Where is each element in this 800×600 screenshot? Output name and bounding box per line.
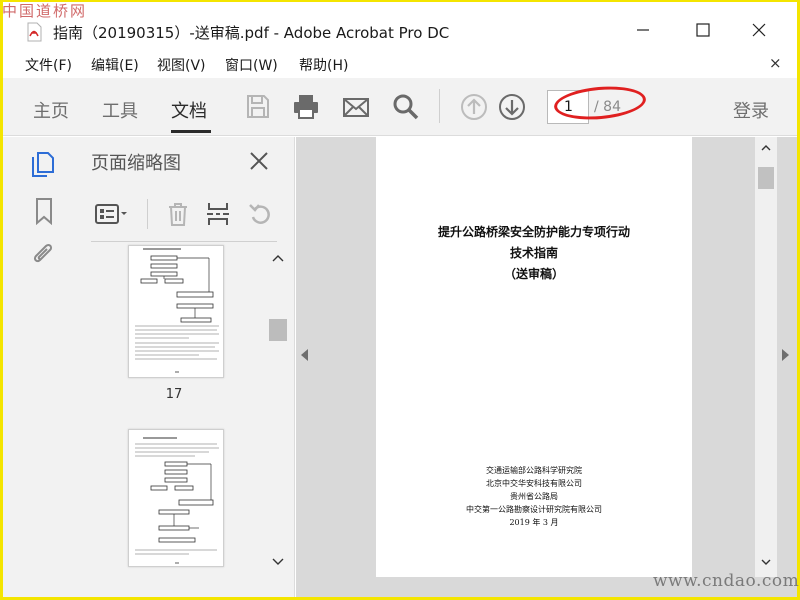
- flowchart-thumbnail-image: [135, 248, 219, 373]
- menu-file[interactable]: 文件(F): [25, 55, 72, 75]
- page-thumbnails-icon[interactable]: [30, 151, 56, 179]
- menu-window[interactable]: 窗口(W): [225, 55, 278, 75]
- thumbnail-page-number: 17: [165, 387, 183, 402]
- menu-view[interactable]: 视图(V): [157, 55, 206, 75]
- scrollbar-thumb[interactable]: [269, 319, 287, 341]
- title-bar: 指南（20190315）-送审稿.pdf - Adobe Acrobat Pro…: [3, 2, 797, 50]
- options-menu-icon[interactable]: [93, 201, 131, 227]
- rotate-icon[interactable]: [247, 201, 273, 227]
- menu-bar: 文件(F) 编辑(E) 视图(V) 窗口(W) 帮助(H) ×: [3, 51, 797, 77]
- extract-icon[interactable]: [205, 201, 231, 227]
- active-tab-indicator: [171, 130, 211, 133]
- email-icon[interactable]: [341, 92, 371, 122]
- document-area: 提升公路桥梁安全防护能力专项行动 技术指南 （送审稿） 交通运输部公路科学研究院…: [296, 137, 797, 597]
- pdf-file-icon: [27, 22, 42, 42]
- document-title-line: 技术指南: [509, 246, 558, 260]
- toolbar-divider: [439, 89, 440, 123]
- pane-tools-separator: [91, 241, 277, 242]
- thumbnails-scrollbar[interactable]: [269, 247, 287, 597]
- expand-right-pane-icon[interactable]: [782, 349, 789, 361]
- scroll-up-icon[interactable]: [761, 143, 771, 153]
- prev-page-icon[interactable]: [459, 92, 489, 122]
- watermark-bottom: www.cndao.com: [653, 571, 800, 591]
- menu-edit[interactable]: 编辑(E): [91, 55, 139, 75]
- delete-icon[interactable]: [165, 201, 191, 227]
- scrollbar-thumb[interactable]: [758, 167, 774, 189]
- page-thumbnail[interactable]: [128, 245, 224, 378]
- menu-help[interactable]: 帮助(H): [299, 55, 348, 75]
- organization-line: 中交第一公路勘察设计研究院有限公司: [466, 505, 602, 514]
- scroll-down-icon[interactable]: [272, 557, 284, 567]
- save-icon[interactable]: [243, 92, 273, 122]
- scroll-up-icon[interactable]: [272, 253, 284, 263]
- tab-home[interactable]: 主页: [33, 97, 69, 123]
- attachment-icon[interactable]: [31, 241, 57, 269]
- document-title-line: （送审稿）: [503, 267, 564, 281]
- login-button[interactable]: 登录: [733, 97, 769, 123]
- close-window-icon[interactable]: [749, 20, 769, 40]
- pane-notch: [66, 159, 73, 173]
- thumbnail-tools: [91, 197, 281, 231]
- minimize-icon[interactable]: [633, 20, 653, 40]
- tools-divider: [147, 199, 148, 229]
- navigation-rail: [3, 137, 73, 597]
- flowchart-thumbnail-image: [135, 437, 219, 564]
- watermark-top: 中国道桥网: [2, 2, 88, 20]
- bookmark-icon[interactable]: [31, 197, 57, 225]
- tab-tools[interactable]: 工具: [102, 97, 138, 123]
- menu-close-icon[interactable]: ×: [769, 54, 782, 72]
- pane-title: 页面缩略图: [91, 153, 181, 174]
- thumbnails-pane: 页面缩略图 17: [66, 137, 295, 597]
- document-scrollbar[interactable]: [755, 137, 777, 577]
- close-pane-icon[interactable]: [249, 151, 269, 171]
- next-page-icon[interactable]: [497, 92, 527, 122]
- search-icon[interactable]: [391, 92, 421, 122]
- print-icon[interactable]: [291, 92, 321, 122]
- toolbar: 主页 工具 文档 1 / 84 登录: [3, 78, 797, 136]
- acrobat-window: 指南（20190315）-送审稿.pdf - Adobe Acrobat Pro…: [3, 2, 797, 597]
- collapse-left-pane-icon[interactable]: [301, 349, 308, 361]
- pdf-page: 提升公路桥梁安全防护能力专项行动 技术指南 （送审稿） 交通运输部公路科学研究院…: [376, 137, 692, 577]
- scroll-down-icon[interactable]: [761, 557, 771, 567]
- page-thumbnail[interactable]: [128, 429, 224, 567]
- organization-line: 交通运输部公路科学研究院: [486, 466, 582, 475]
- maximize-icon[interactable]: [693, 20, 713, 40]
- organization-line: 贵州省公路局: [510, 492, 558, 501]
- document-title-line: 提升公路桥梁安全防护能力专项行动: [437, 225, 630, 239]
- document-date: 2019 年 3 月: [509, 518, 559, 527]
- organization-line: 北京中交华安科技有限公司: [486, 479, 582, 488]
- window-title: 指南（20190315）-送审稿.pdf - Adobe Acrobat Pro…: [53, 24, 450, 42]
- tab-document[interactable]: 文档: [171, 97, 207, 123]
